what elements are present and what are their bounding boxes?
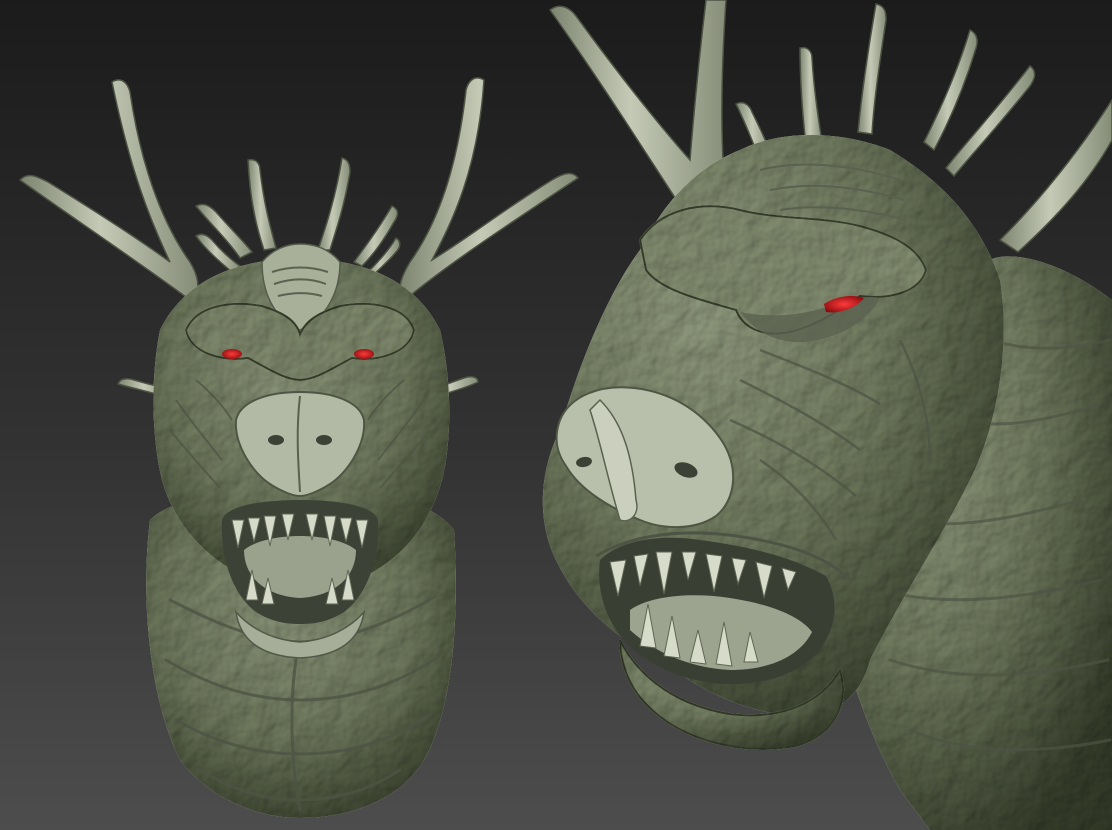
front-right-eye [354,349,374,359]
front-left-eye [222,349,242,359]
front-left-nostril [268,435,284,445]
render-viewport [0,0,1112,830]
front-right-nostril [316,435,332,445]
sculpt-render [0,0,1112,830]
